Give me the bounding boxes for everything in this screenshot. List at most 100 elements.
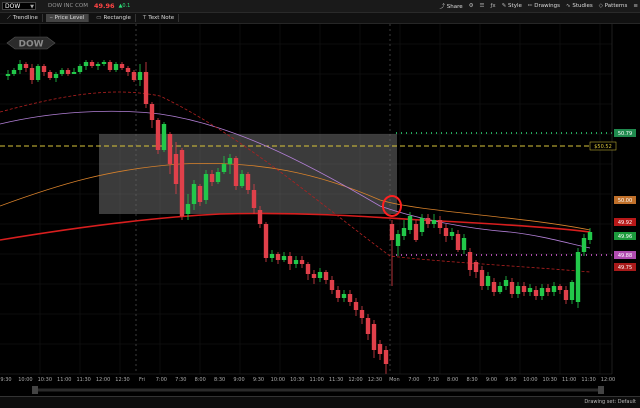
studies-label: Studies	[572, 3, 593, 9]
time-axis-label: 7:30	[428, 377, 439, 383]
candle-body	[275, 254, 281, 260]
studies-icon: ∿	[565, 3, 571, 9]
candle-body	[377, 344, 383, 354]
patterns-button[interactable]: ◇ Patterns	[599, 3, 628, 9]
candle-body	[23, 64, 29, 68]
candle-body	[137, 72, 143, 80]
candle-body	[485, 276, 491, 286]
tool-price-level-label: Price Level	[54, 15, 85, 21]
candle-body	[95, 64, 101, 66]
tool-price-level[interactable]: ⎯ Price Level	[45, 14, 90, 22]
price-tag-label: 50.79	[618, 131, 632, 137]
share-icon: ⤴	[439, 4, 445, 10]
price-tag-label: 49.96	[618, 234, 632, 240]
candle-body	[581, 238, 587, 252]
candle-body	[5, 74, 11, 76]
candle-body	[77, 66, 83, 72]
dow-logo: DOW	[6, 36, 56, 50]
time-axis-label: 12:00	[96, 377, 110, 383]
time-axis-label: 10:30	[543, 377, 557, 383]
candle-body	[251, 190, 257, 208]
candle-body	[161, 124, 167, 150]
candle-body	[425, 218, 431, 224]
candle-body	[305, 264, 311, 274]
top-actions: ⤴ Share ⚙ ☰ ƒx ✎ Style ✏ Drawings ∿ Stud…	[439, 0, 638, 12]
last-price: 49.96	[94, 2, 115, 10]
candle-body	[557, 286, 563, 290]
candle-body	[101, 62, 107, 64]
style-icon: ✎	[501, 3, 507, 9]
candle-body	[71, 72, 77, 74]
studies-button[interactable]: ∿ Studies	[566, 3, 593, 9]
time-axis-label: 11:30	[581, 377, 595, 383]
price-change: ▲0.1	[118, 3, 131, 9]
svg-text:DOW: DOW	[18, 40, 43, 50]
time-axis-label: 9:00	[486, 377, 497, 383]
candle-body	[359, 310, 365, 318]
candle-body	[287, 256, 293, 264]
time-axis-label: 7:00	[156, 377, 167, 383]
candle-body	[329, 280, 335, 290]
candle-body	[209, 174, 215, 182]
patterns-label: Patterns	[604, 3, 628, 9]
price-chart[interactable]: 50.79 $50.52 50.00 49.92 49.96 49.88 49.75 9:3…	[0, 24, 640, 396]
tool-rectangle[interactable]: ▭ Rectangle	[92, 14, 136, 22]
scroll-handle-left	[32, 386, 38, 394]
time-axis-label: 11:30	[329, 377, 343, 383]
candle-body	[491, 282, 497, 292]
candle-body	[311, 274, 317, 278]
time-axis-label: 9:30	[253, 377, 264, 383]
time-axis-label: 9:30	[0, 377, 11, 383]
time-axis-label: 11:00	[309, 377, 323, 383]
candle-body	[509, 282, 515, 294]
style-label: Style	[508, 3, 522, 9]
tool-trendline-label: Trendline	[12, 15, 38, 21]
candle-body	[35, 66, 41, 80]
tool-text-note[interactable]: T Text Note	[139, 14, 180, 22]
share-label: Share	[446, 4, 463, 10]
time-axis-label: 12:00	[601, 377, 615, 383]
candle-body	[515, 286, 521, 294]
candle-body	[41, 66, 47, 72]
candle-body	[479, 270, 485, 286]
list-icon[interactable]: ☰	[480, 3, 485, 9]
candle-body	[125, 68, 131, 72]
share-button[interactable]: ⤴ Share	[439, 2, 462, 10]
candle-body	[383, 350, 389, 364]
tool-trendline[interactable]: ⟋ Trendline	[3, 14, 43, 22]
candle-body	[347, 294, 353, 302]
style-button[interactable]: ✎ Style	[502, 3, 522, 9]
candle-body	[299, 260, 305, 264]
candle-body	[47, 72, 53, 78]
menu-icon[interactable]: ≡	[633, 3, 638, 9]
candle-body	[233, 158, 239, 186]
top-bar: DOW ▼ DOW INC COM 49.96 ▲0.1 ⤴ Share ⚙ ☰…	[0, 0, 640, 13]
candle-body	[473, 262, 479, 272]
candle-body	[449, 232, 455, 236]
time-axis-label: 10:00	[271, 377, 285, 383]
candle-body	[293, 260, 299, 264]
fx-icon[interactable]: ƒx	[490, 3, 495, 9]
candle-body	[107, 62, 113, 70]
settings-icon[interactable]: ⚙	[469, 3, 474, 9]
candle-body	[263, 224, 269, 258]
candle-body	[395, 234, 401, 246]
candle-body	[413, 224, 419, 240]
price-tag-label: 49.88	[618, 253, 632, 259]
candle-body	[59, 70, 65, 74]
chevron-down-icon: ▼	[30, 4, 34, 10]
candle-body	[431, 220, 437, 224]
candle-body	[467, 252, 473, 270]
candle-body	[341, 294, 347, 298]
drawings-button[interactable]: ✏ Drawings	[528, 3, 560, 9]
symbol-selector[interactable]: DOW ▼	[2, 2, 36, 10]
candle-body	[191, 184, 197, 204]
candle-body	[239, 174, 245, 186]
drawing-toolbar: ⟋ Trendline ⎯ Price Level ▭ Rectangle T Text…	[0, 13, 640, 24]
price-tag-label: 50.00	[618, 198, 632, 204]
time-axis-label: 10:30	[38, 377, 52, 383]
time-axis-label: 10:00	[523, 377, 537, 383]
candle-body	[173, 154, 179, 184]
candle-body	[521, 286, 527, 292]
time-axis-label: 10:30	[290, 377, 304, 383]
